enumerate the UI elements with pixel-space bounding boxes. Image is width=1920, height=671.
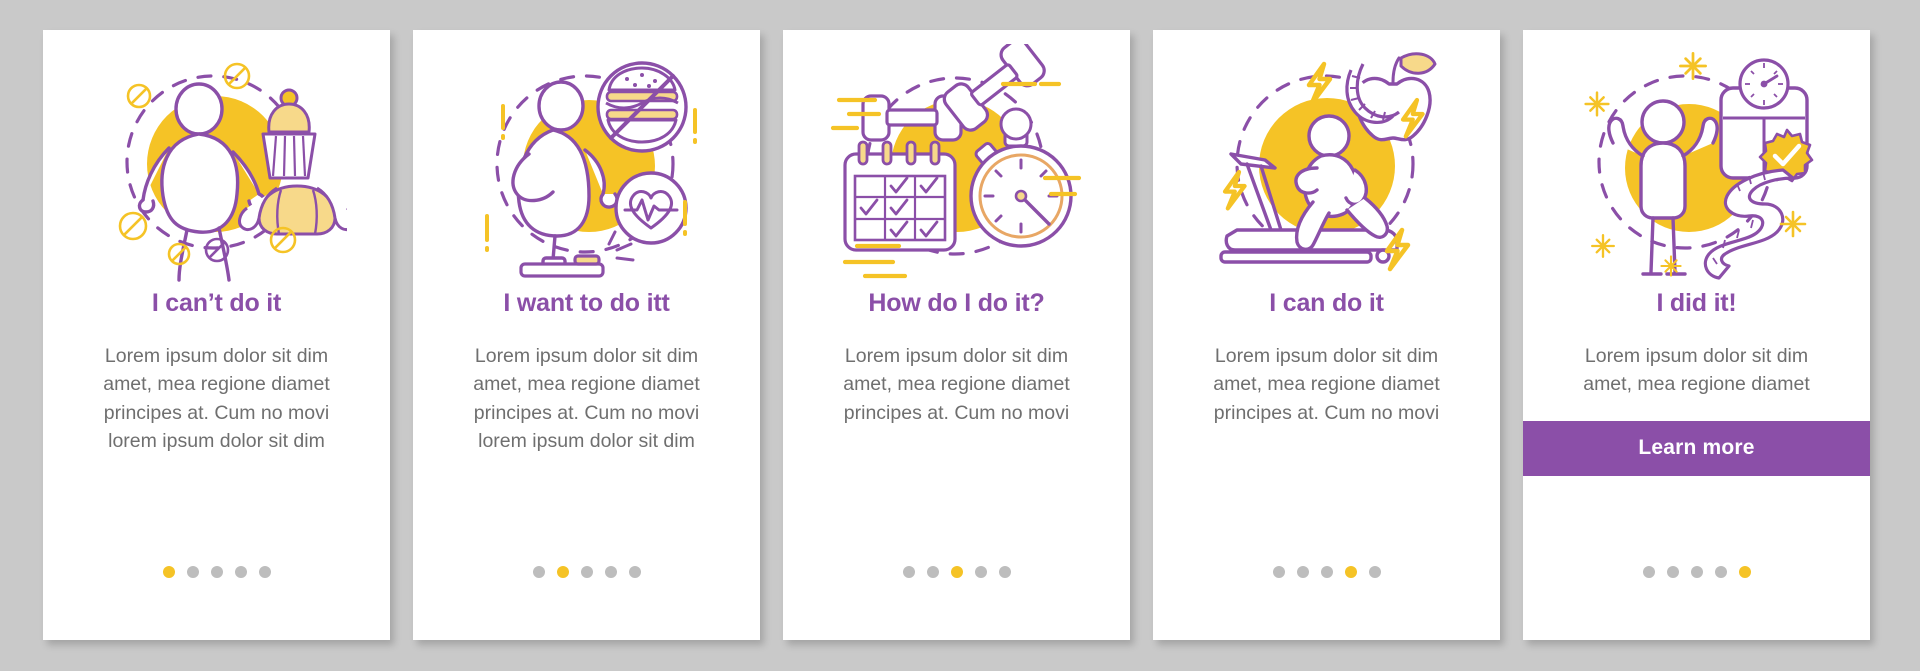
card-body-text: Lorem ipsum dolor sit dim amet, mea regio…	[1571, 342, 1823, 399]
pagination-dot-3[interactable]	[1320, 566, 1333, 578]
card-body-line: Lorem ipsum dolor sit dim	[1214, 344, 1439, 367]
pagination-dots	[783, 566, 1130, 578]
card-body-text: Lorem ipsum dolor sit dim amet, mea regio…	[461, 342, 713, 457]
pagination-dot-1[interactable]	[1272, 566, 1285, 578]
card-body-text: Lorem ipsum dolor sit dim amet, mea regio…	[1201, 342, 1453, 428]
card-body-line: principes at. Cum no movi	[473, 401, 700, 424]
card-body-text: Lorem ipsum dolor sit dim amet, mea regio…	[91, 342, 343, 457]
card-body-line: amet, mea regione diamet	[1583, 373, 1810, 396]
dumbbell-calendar-stopwatch-illustration	[827, 44, 1087, 282]
pagination-dot-5[interactable]	[998, 566, 1011, 578]
person-on-scale-no-fastfood-illustration	[457, 44, 717, 282]
pagination-dot-3[interactable]	[580, 566, 593, 578]
card-body-line: amet, mea regione diamet	[103, 373, 330, 396]
pagination-dots	[43, 566, 390, 578]
pagination-dot-1-active[interactable]	[162, 566, 175, 578]
pagination-dot-4[interactable]	[974, 566, 987, 578]
onboarding-screens-container: I can’t do it Lorem ipsum dolor sit dim am…	[0, 0, 1920, 671]
pagination-dot-2-active[interactable]	[556, 566, 569, 578]
pagination-dot-3[interactable]	[210, 566, 223, 578]
card-body-line: lorem ipsum dolor sit dim	[478, 430, 695, 453]
card-title: I did it!	[1656, 289, 1737, 317]
pagination-dot-3[interactable]	[1690, 566, 1703, 578]
card-title: I can’t do it	[151, 289, 282, 317]
treadmill-runner-apple-tape-illustration	[1197, 44, 1457, 282]
pagination-dot-2[interactable]	[186, 566, 199, 578]
pagination-dot-4-active[interactable]	[1344, 566, 1357, 578]
card-title: I want to do itt	[503, 289, 670, 317]
pagination-dot-1[interactable]	[1642, 566, 1655, 578]
card-body-line: amet, mea regione diamet	[1213, 373, 1440, 396]
card-body-line: Lorem ipsum dolor sit dim	[104, 344, 329, 367]
card-title: I can do it	[1269, 289, 1384, 317]
card-body-line: principes at. Cum no movi	[843, 401, 1070, 424]
pagination-dot-1[interactable]	[902, 566, 915, 578]
onboarding-card-4: I can do it Lorem ipsum dolor sit dim amet…	[1153, 30, 1500, 640]
pagination-dot-5-active[interactable]	[1738, 566, 1751, 578]
pagination-dot-2[interactable]	[1666, 566, 1679, 578]
card-body-line: amet, mea regione diamet	[843, 373, 1070, 396]
pagination-dots	[1523, 566, 1870, 578]
pagination-dot-4[interactable]	[604, 566, 617, 578]
pagination-dot-4[interactable]	[1714, 566, 1727, 578]
celebrating-person-scale-tape-illustration	[1567, 44, 1827, 282]
card-body-line: principes at. Cum no movi	[1213, 401, 1440, 424]
learn-more-button[interactable]: Learn more	[1523, 420, 1870, 476]
pagination-dots	[1153, 566, 1500, 578]
onboarding-card-2: I want to do itt Lorem ipsum dolor sit di…	[413, 30, 760, 640]
card-body-line: Lorem ipsum dolor sit dim	[474, 344, 699, 367]
card-body-line: principes at. Cum no movi	[103, 401, 330, 424]
pagination-dot-3-active[interactable]	[950, 566, 963, 578]
card-title: How do I do it?	[868, 289, 1045, 317]
card-body-line: Lorem ipsum dolor sit dim	[1584, 344, 1809, 367]
onboarding-card-5: I did it! Lorem ipsum dolor sit dim amet, …	[1523, 30, 1870, 640]
card-body-line: lorem ipsum dolor sit dim	[108, 430, 325, 453]
overweight-person-sweets-illustration	[87, 44, 347, 282]
onboarding-card-3: How do I do it? Lorem ipsum dolor sit dim…	[783, 30, 1130, 640]
pagination-dot-5[interactable]	[628, 566, 641, 578]
onboarding-card-1: I can’t do it Lorem ipsum dolor sit dim am…	[43, 30, 390, 640]
card-body-line: Lorem ipsum dolor sit dim	[844, 344, 1069, 367]
pagination-dot-2[interactable]	[1296, 566, 1309, 578]
card-body-line: amet, mea regione diamet	[473, 373, 700, 396]
card-body-text: Lorem ipsum dolor sit dim amet, mea regio…	[831, 342, 1083, 428]
pagination-dots	[413, 566, 760, 578]
pagination-dot-4[interactable]	[234, 566, 247, 578]
pagination-dot-5[interactable]	[258, 566, 271, 578]
pagination-dot-2[interactable]	[926, 566, 939, 578]
pagination-dot-1[interactable]	[532, 566, 545, 578]
pagination-dot-5[interactable]	[1368, 566, 1381, 578]
